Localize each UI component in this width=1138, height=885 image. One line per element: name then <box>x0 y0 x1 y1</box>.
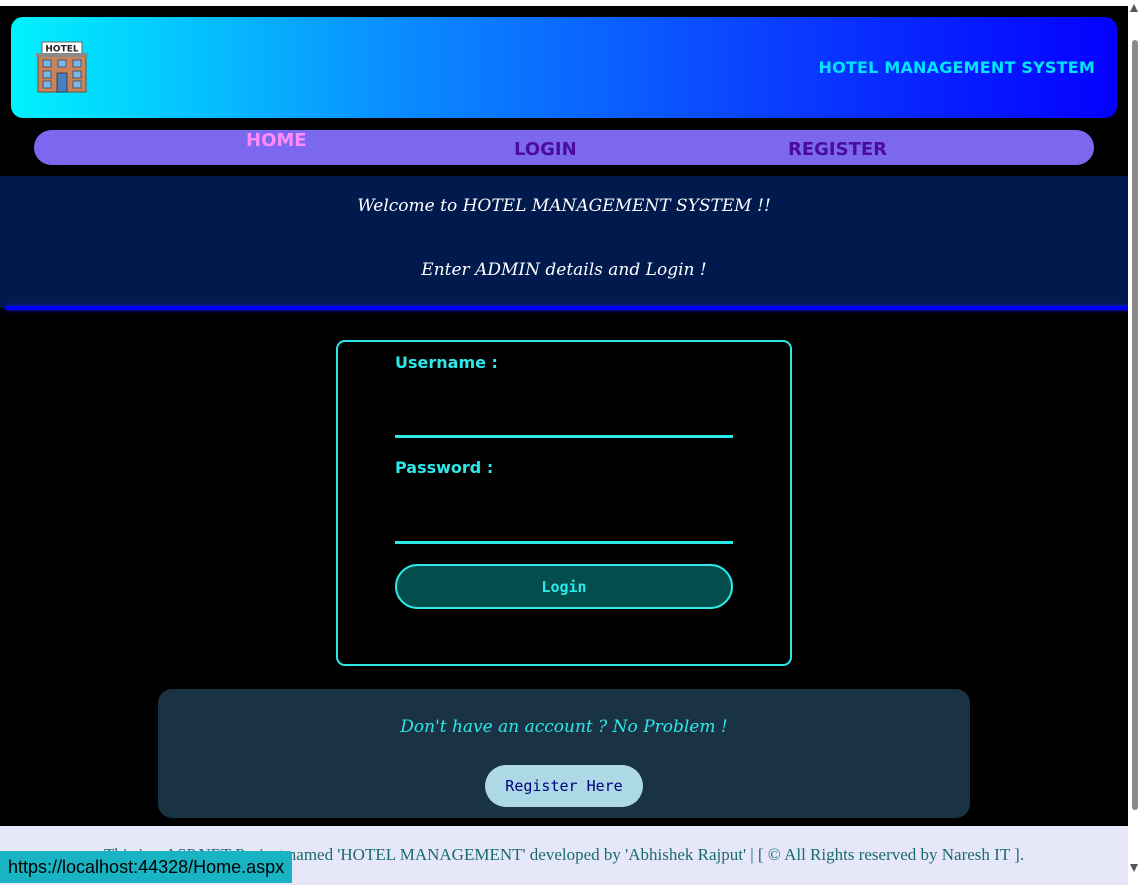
status-bar-url: https://localhost:44328/Home.aspx <box>0 851 293 883</box>
scrollbar-thumb[interactable] <box>1132 40 1138 810</box>
register-here-button[interactable]: Register Here <box>485 765 643 807</box>
password-input[interactable] <box>395 510 733 544</box>
login-button[interactable]: Login <box>395 564 733 609</box>
scroll-up-arrow-icon[interactable] <box>1130 4 1138 12</box>
register-panel: Don't have an account ? No Problem ! Reg… <box>158 689 970 818</box>
welcome-banner: Welcome to HOTEL MANAGEMENT SYSTEM !! En… <box>0 176 1128 308</box>
nav-home-link[interactable]: HOME <box>246 130 307 151</box>
divider <box>6 306 1128 310</box>
welcome-message: Welcome to HOTEL MANAGEMENT SYSTEM !! <box>357 196 771 216</box>
nav-login-link[interactable]: LOGIN <box>514 139 577 160</box>
password-label: Password : <box>395 458 494 477</box>
admin-instruction: Enter ADMIN details and Login ! <box>421 260 707 280</box>
login-form: Username : Password : Login <box>336 340 792 666</box>
hotel-building-icon[interactable]: HOTEL <box>34 39 90 95</box>
site-header: HOTEL HOTEL MANAGEMENT SYSTEM <box>11 17 1117 118</box>
page: HOTEL HOTEL MANAGEMENT SYSTEM HOME LOGIN… <box>0 6 1128 885</box>
scroll-down-arrow-icon[interactable] <box>1130 864 1138 872</box>
nav-register-link[interactable]: REGISTER <box>788 139 887 160</box>
main-nav: HOME LOGIN REGISTER <box>34 130 1094 165</box>
username-label: Username : <box>395 353 498 372</box>
brand-title: HOTEL MANAGEMENT SYSTEM <box>818 58 1095 77</box>
register-prompt: Don't have an account ? No Problem ! <box>400 717 728 737</box>
username-input[interactable] <box>395 404 733 438</box>
